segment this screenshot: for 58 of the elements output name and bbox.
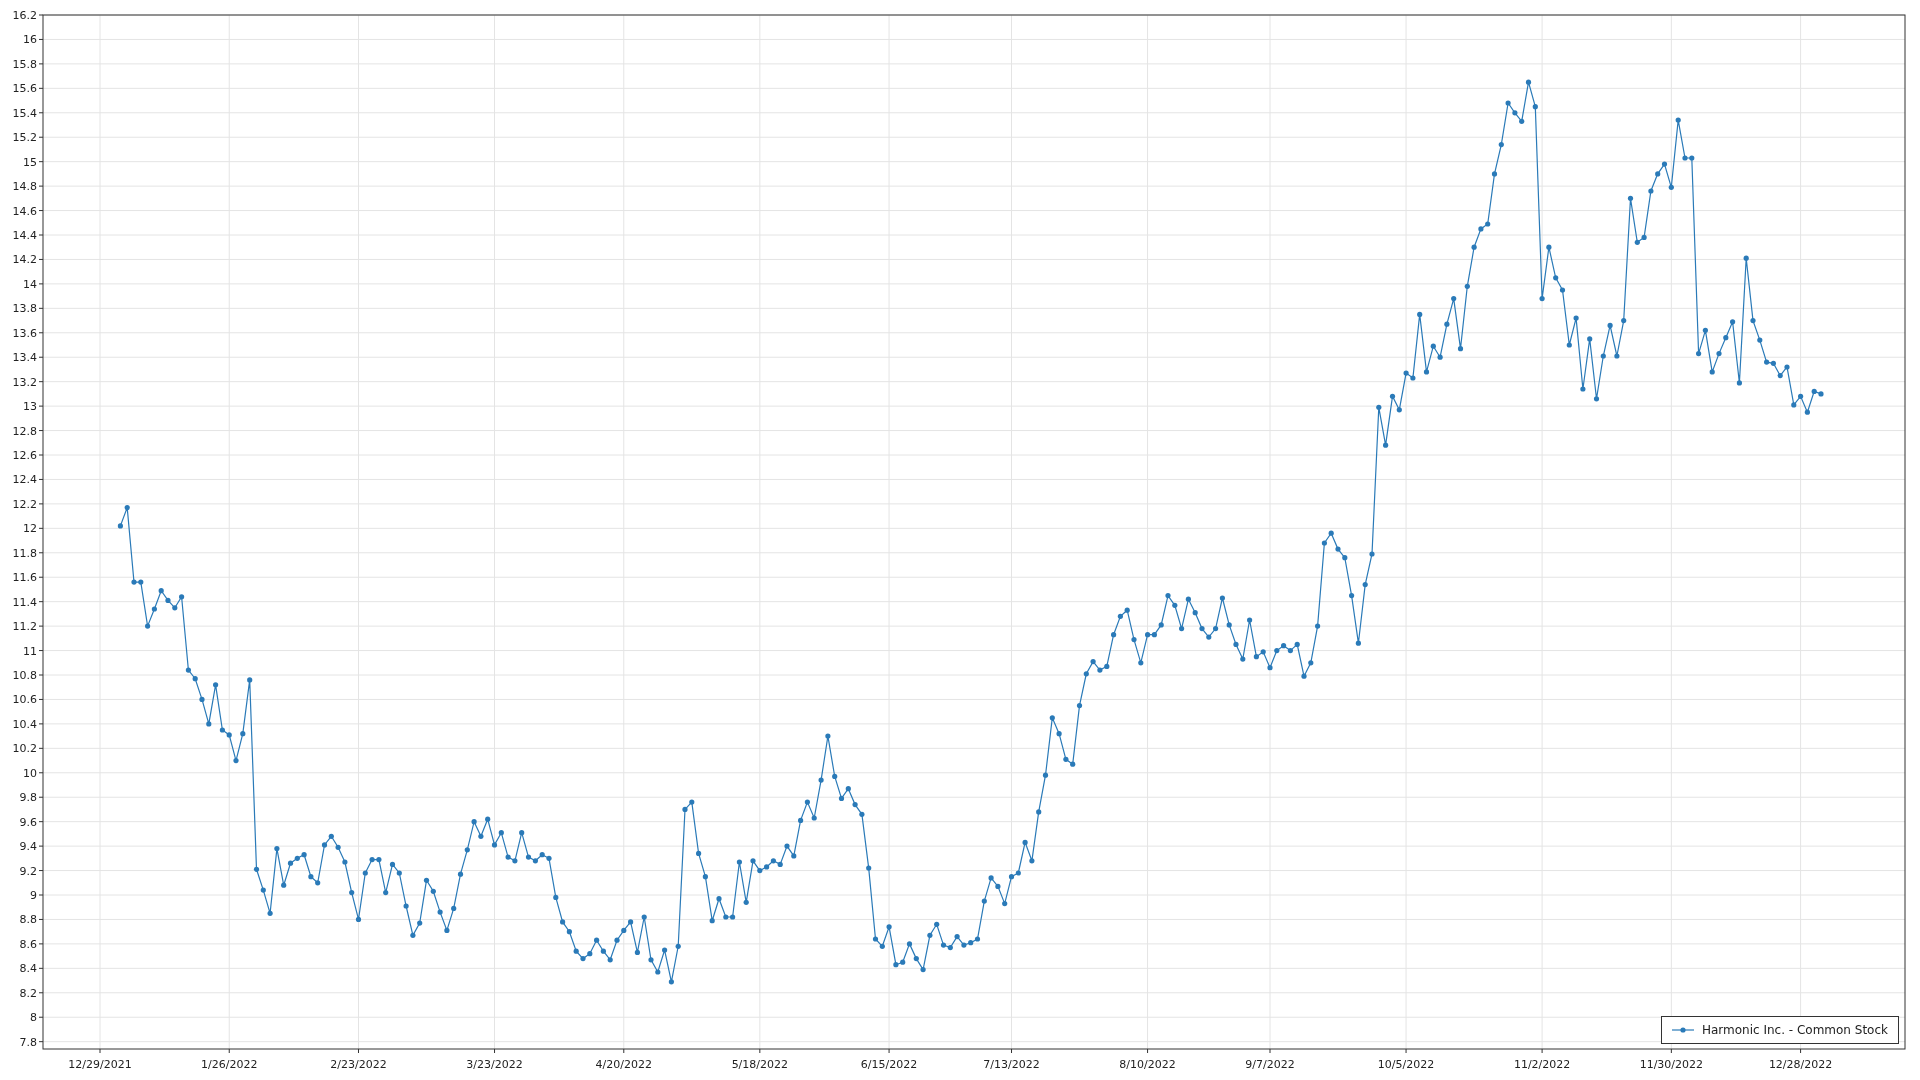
y-axis-tick-label: 10.4: [12, 717, 37, 731]
y-axis-tick-label: 9: [30, 889, 37, 902]
y-axis-tick-label: 14.2: [12, 253, 37, 267]
y-axis-tick-label: 10: [23, 766, 37, 780]
x-axis-tick-label: 11/2/2022: [1513, 1058, 1571, 1071]
x-axis-tick-label: 12/29/2021: [68, 1058, 132, 1071]
y-axis-tick-label: 15.4: [12, 106, 37, 120]
x-axis-tick-label: 9/7/2022: [1245, 1058, 1295, 1071]
y-axis-tick-label: 8.8: [19, 913, 37, 927]
y-axis-tick-label: 11.6: [12, 571, 37, 585]
y-axis-tick-label: 9.4: [19, 840, 37, 854]
y-axis-tick-label: 10.6: [12, 693, 37, 707]
y-axis-tick-label: 15.2: [12, 131, 37, 145]
y-axis-tick-label: 11: [23, 644, 37, 658]
x-axis-tick-label: 12/28/2022: [1768, 1058, 1833, 1071]
y-axis-tick-label: 11.4: [12, 595, 37, 609]
y-axis-tick-label: 12: [23, 522, 37, 536]
x-axis-tick-label: 6/15/2022: [860, 1058, 918, 1071]
y-axis-tick-label: 13.6: [12, 326, 37, 340]
y-axis-tick-label: 12.8: [12, 424, 37, 438]
y-axis-tick-label: 8: [30, 1011, 37, 1025]
y-axis-tick-label: 7.8: [19, 1035, 37, 1049]
y-axis-tick-label: 8.2: [19, 986, 37, 1000]
y-axis-tick-label: 13.2: [12, 375, 37, 389]
x-axis-tick-label: 7/13/2022: [983, 1058, 1040, 1071]
y-axis-tick-label: 10.8: [12, 669, 37, 682]
y-axis-tick-label: 14: [23, 277, 37, 291]
y-axis-tick-label: 14.8: [12, 180, 37, 194]
y-axis-tick-label: 12.2: [12, 497, 37, 511]
y-axis-tick-label: 13.4: [12, 351, 37, 365]
y-axis-tick-label: 11.8: [12, 546, 37, 560]
x-axis-tick-label: 10/5/2022: [1377, 1058, 1435, 1071]
y-axis-tick-label: 9.6: [19, 815, 37, 829]
y-axis-tick-label: 13.8: [12, 302, 37, 316]
y-axis-tick-label: 14.4: [12, 229, 37, 242]
x-axis-tick-label: 3/23/2022: [466, 1058, 523, 1071]
y-axis-tick-label: 15.6: [12, 82, 37, 96]
y-axis-tick-label: 16.2: [12, 9, 37, 22]
y-axis-tick-label: 8.4: [19, 962, 37, 976]
x-axis-tick-label: 5/18/2022: [731, 1058, 789, 1071]
y-axis-tick-label: 12.4: [12, 473, 37, 487]
x-axis-tick-label: 8/10/2022: [1119, 1058, 1176, 1071]
y-axis-tick-label: 9.8: [19, 791, 37, 805]
y-axis-tick-label: 15.8: [12, 57, 37, 71]
y-axis-tick-label: 9.2: [19, 864, 37, 878]
y-axis-tick-label: 16: [23, 33, 37, 47]
x-axis-tick-label: 11/30/2022: [1639, 1058, 1704, 1071]
y-axis-tick-label: 15: [23, 155, 37, 169]
y-axis-tick-label: 10.2: [12, 742, 37, 756]
x-axis-tick-label: 1/26/2022: [201, 1058, 258, 1071]
y-axis-tick-label: 8.6: [19, 937, 37, 951]
y-axis-tick-label: 13: [23, 400, 37, 414]
x-axis-tick-label: 2/23/2022: [330, 1058, 387, 1071]
y-axis-tick-label: 12.6: [12, 449, 37, 462]
y-axis-tick-label: 11.2: [12, 620, 37, 634]
y-axis-tick-label: 14.6: [12, 204, 37, 218]
legend-label: Harmonic Inc. - Common Stock: [1701, 1022, 1888, 1039]
x-axis-tick-label: 4/20/2022: [595, 1058, 652, 1071]
